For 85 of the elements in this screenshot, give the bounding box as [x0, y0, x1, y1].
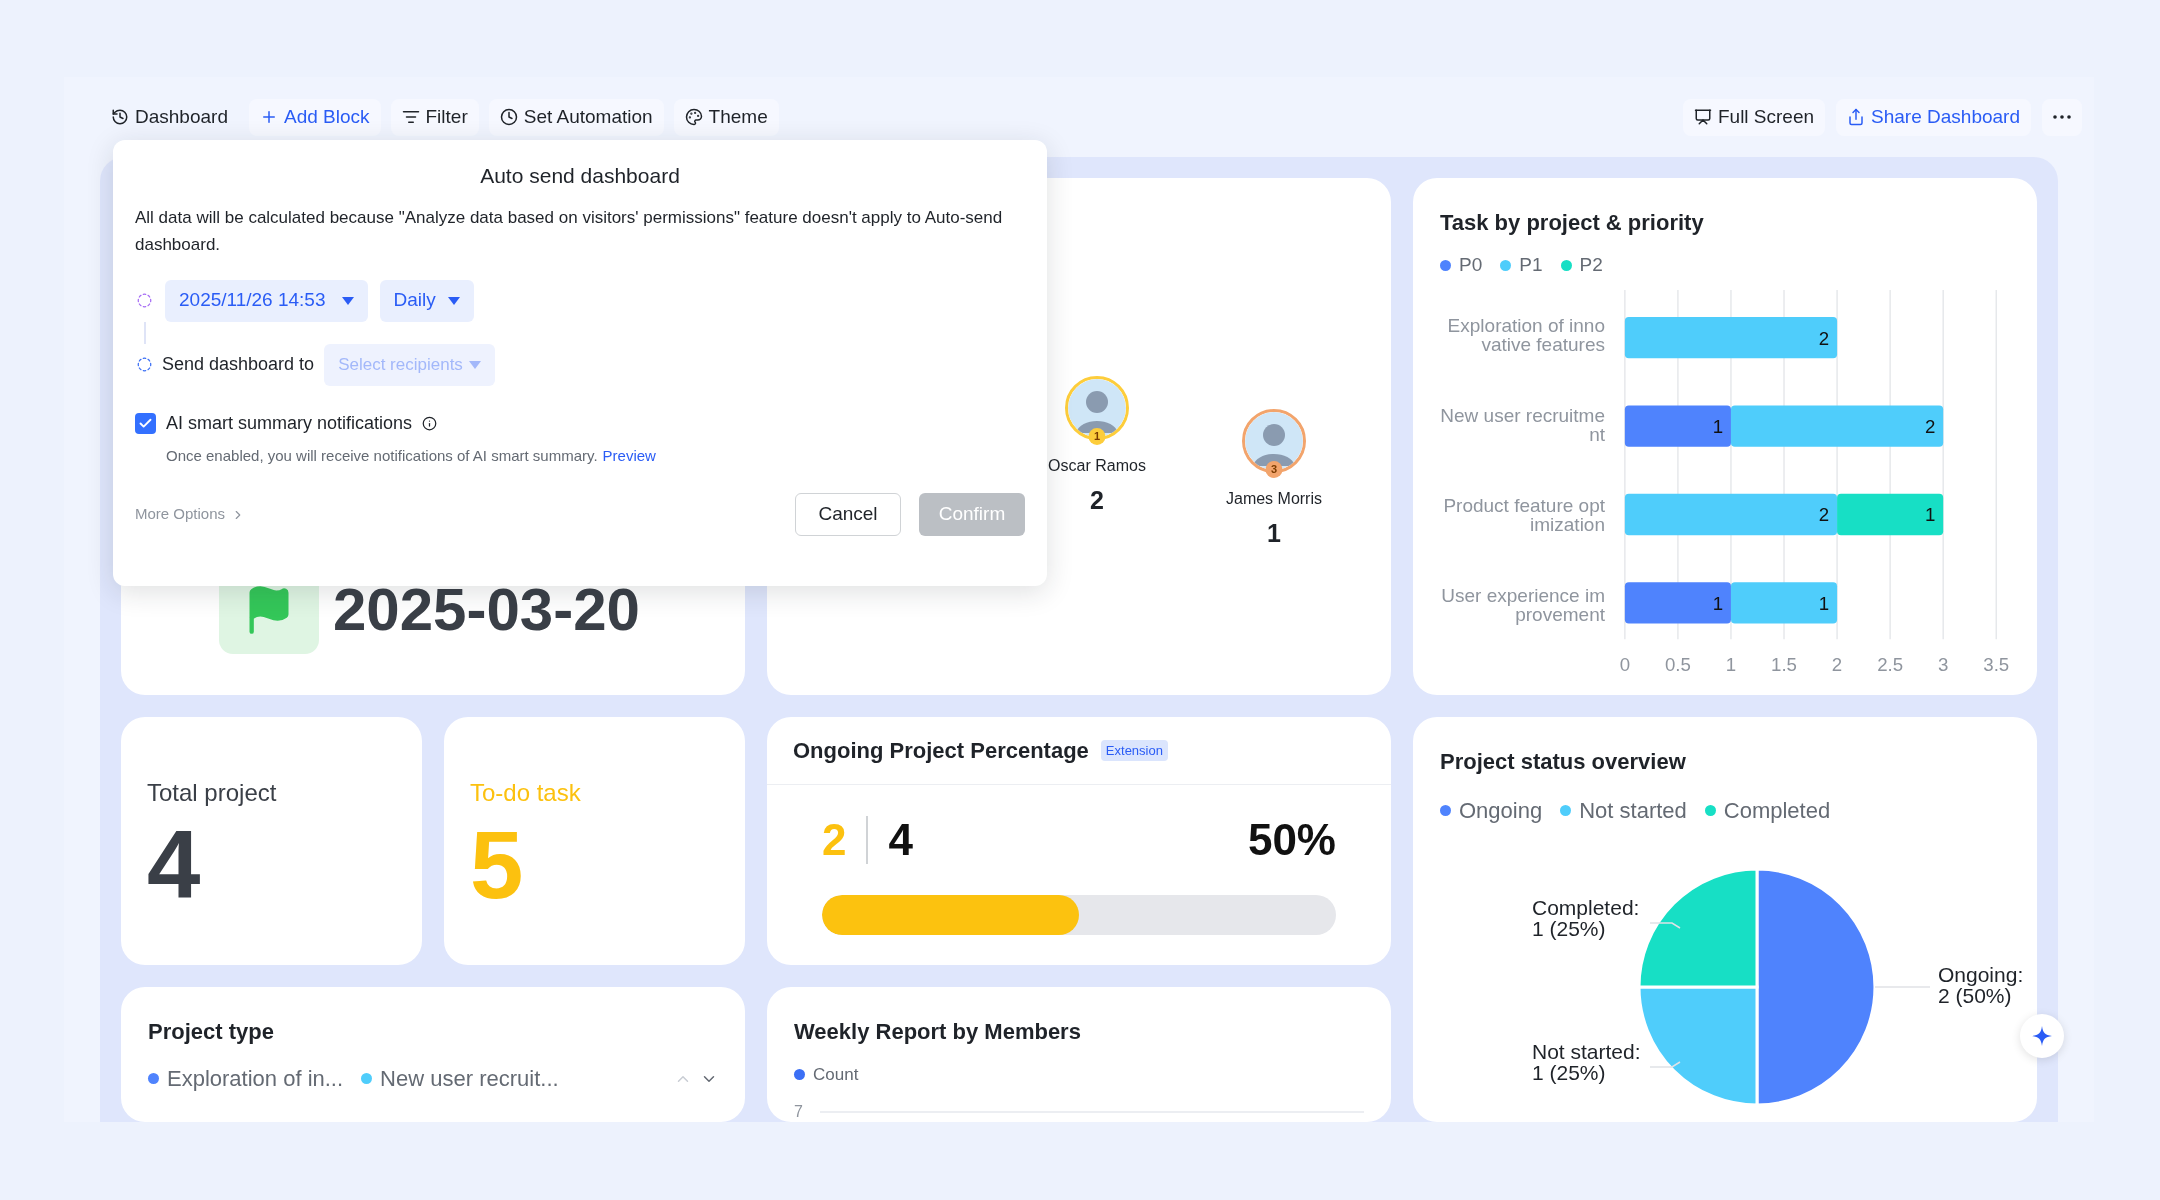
slice-label: Not started: 1 (25%): [1532, 1040, 1641, 1084]
toolbar-button[interactable]: Filter: [390, 98, 479, 136]
member-name: Oscar Ramos: [1048, 456, 1146, 476]
tick-label: 2: [1831, 653, 1843, 675]
frequency-select[interactable]: Daily: [379, 279, 474, 322]
cancel-button[interactable]: Cancel: [795, 493, 901, 536]
done-count: 2: [822, 814, 847, 866]
toolbar-button[interactable]: Set Automation: [488, 98, 664, 136]
preview-link[interactable]: Preview: [602, 444, 656, 467]
legend-label: Count: [813, 1064, 859, 1086]
toolbar-button[interactable]: Dashboard: [100, 98, 239, 136]
legend-label: P2: [1579, 253, 1603, 277]
card-title: Task by project & priority: [1440, 209, 1705, 237]
tick-label: 1: [1725, 653, 1737, 675]
axis-label: Product feature optimization: [1442, 495, 1605, 534]
clock-icon: [111, 108, 129, 126]
dashed-circle-icon: [137, 357, 152, 372]
legend-label: Ongoing: [1459, 797, 1543, 825]
data-label: 1: [1712, 415, 1724, 437]
stat-value: 4: [147, 817, 202, 913]
tick-label: 2.5: [1877, 653, 1904, 675]
tick-label: 3.5: [1983, 653, 2010, 675]
total-count: 4: [888, 814, 913, 866]
checkbox-label: AI smart summary notifications: [166, 411, 413, 435]
data-label: 1: [1924, 503, 1936, 525]
axis-label: User experience improvement: [1440, 585, 1605, 624]
data-label: 2: [1818, 327, 1830, 348]
legend-label: P1: [1519, 253, 1543, 277]
caret-icon: [468, 360, 481, 369]
legend-label: New user recruit...: [380, 1065, 559, 1093]
toolbar-button[interactable]: Add Block: [248, 98, 381, 136]
slice-label: Ongoing: 2 (50%): [1938, 963, 2024, 1007]
leader-line: [1649, 1061, 1681, 1068]
tick-label: 0.5: [1664, 653, 1691, 675]
notice-text: All data will be calculated because "Analyze data based on visitors' permissions" feature doesn't apply to Auto-send dashboard.: [135, 206, 1004, 256]
tick-label: 1.5: [1771, 653, 1797, 675]
toolbar-button[interactable]: Share Dashboard: [1836, 98, 2031, 136]
member-count: 2: [1090, 485, 1104, 516]
data-label: 2: [1818, 503, 1830, 525]
presentation-icon: [1693, 108, 1712, 126]
legend-label: Not started: [1579, 797, 1687, 825]
more-options-link[interactable]: More Options: [135, 503, 246, 526]
info-icon: [422, 415, 438, 431]
caret-icon: [447, 296, 460, 305]
palette-icon: [684, 108, 703, 126]
more-icon: [2053, 115, 2071, 119]
stat-label: Total project: [147, 778, 278, 808]
stat-value: 5: [470, 817, 525, 913]
clock-icon: [499, 108, 518, 126]
member-count: 1: [1267, 518, 1281, 549]
more-button[interactable]: [2042, 98, 2082, 136]
milestone-date: 2025-03-20: [333, 575, 640, 645]
card-title: Project status overview: [1440, 748, 1687, 776]
member-name: James Morris: [1226, 489, 1322, 509]
slice-label: Completed: 1 (25%): [1532, 896, 1640, 940]
data-label: 1: [1712, 592, 1724, 614]
legend-label: Exploration of in...: [167, 1065, 344, 1093]
tick-label: 7: [794, 1101, 804, 1122]
percent-value: 50%: [1247, 814, 1336, 866]
stat-label: To-do task: [470, 778, 582, 808]
data-label: 1: [1818, 592, 1830, 614]
card-title: Project type: [148, 1018, 275, 1046]
hint-text: Once enabled, you will receive notifications of AI smart summary.: [166, 445, 598, 466]
leader-line: [1649, 922, 1681, 929]
legend-label: P0: [1459, 253, 1483, 277]
card-title: Ongoing Project Percentage: [793, 737, 1089, 765]
field-label: Send dashboard to: [162, 353, 315, 376]
card-title: Weekly Report by Members: [794, 1018, 1082, 1046]
share-icon: [1847, 108, 1866, 126]
tick-label: 3: [1938, 653, 1949, 675]
toolbar-button[interactable]: Theme: [673, 98, 779, 136]
tick-label: 0: [1619, 653, 1631, 675]
data-label: 2: [1924, 415, 1936, 437]
axis-label: New user recruitment: [1440, 405, 1605, 444]
axis-label: Exploration of innovative features: [1446, 315, 1605, 354]
checkbox[interactable]: [135, 412, 156, 434]
dialog-title: Auto send dashboard: [479, 163, 681, 189]
dashed-circle-icon: [137, 293, 152, 308]
toolbar-button[interactable]: Full Screen: [1682, 98, 1826, 136]
filter-icon: [401, 108, 420, 126]
legend-label: Completed: [1723, 797, 1831, 825]
extension-badge: Extension: [1100, 739, 1168, 762]
sparkle-icon: [2032, 1026, 2052, 1046]
caret-icon: [341, 296, 354, 305]
datetime-select[interactable]: 2025/11/26 14:53: [165, 279, 368, 322]
